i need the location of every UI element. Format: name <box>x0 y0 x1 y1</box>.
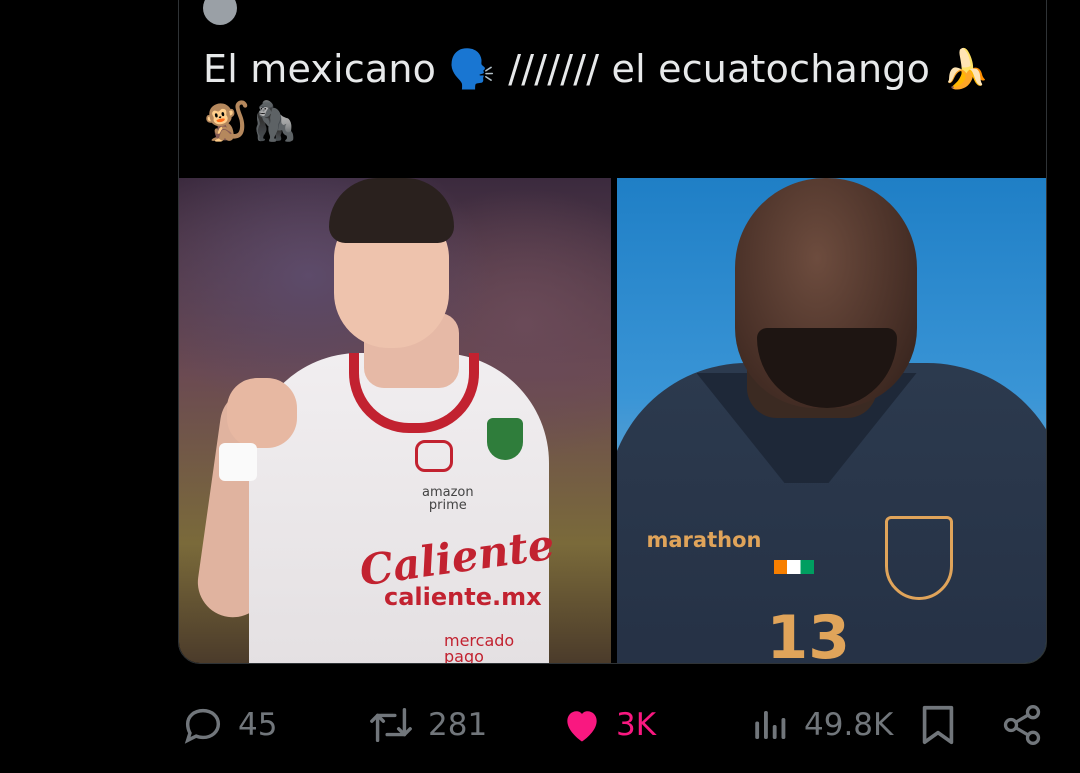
quoted-tweet-text: El mexicano 🗣️ /////// el ecuatochango 🍌… <box>203 47 990 143</box>
jersey-number: 13 <box>766 603 851 664</box>
jersey-brand: marathon <box>646 528 762 552</box>
sponsor-url: caliente.mx <box>384 583 542 611</box>
repost-icon <box>366 702 416 748</box>
share-button[interactable] <box>1000 690 1044 760</box>
views-count: 49.8K <box>804 707 894 743</box>
media-image-right[interactable]: marathon 13 <box>616 178 1046 664</box>
like-count: 3K <box>616 707 657 743</box>
analytics-icon <box>750 704 792 746</box>
share-icon <box>1000 703 1044 747</box>
repost-count: 281 <box>428 707 488 743</box>
mg-logo <box>415 440 453 472</box>
reply-count: 45 <box>238 707 278 743</box>
flags-patch <box>773 560 814 574</box>
wristband <box>219 443 257 481</box>
heart-icon <box>560 703 604 747</box>
reply-button[interactable]: 45 <box>180 690 277 760</box>
amazon-prime-logo: amazon prime <box>422 485 474 513</box>
quoted-tweet-card[interactable]: El mexicano 🗣️ /////// el ecuatochango 🍌… <box>178 0 1047 664</box>
reply-icon <box>180 702 226 748</box>
avatar[interactable] <box>203 0 237 25</box>
bookmark-icon <box>918 702 958 748</box>
federation-crest <box>884 516 953 600</box>
player-fist <box>227 378 297 448</box>
media-grid: amazon prime Caliente caliente.mx mercad… <box>179 178 1046 664</box>
player-hair <box>329 178 454 243</box>
club-crest <box>487 418 523 460</box>
bookmark-button[interactable] <box>918 690 958 760</box>
tweet-action-bar: 45 281 3K 49.8K <box>0 690 1080 760</box>
repost-button[interactable]: 281 <box>366 690 487 760</box>
mercado-pago-logo: mercado pago <box>444 631 515 664</box>
media-image-left[interactable]: amazon prime Caliente caliente.mx mercad… <box>179 178 611 664</box>
views-button[interactable]: 49.8K <box>750 690 893 760</box>
like-button[interactable]: 3K <box>560 690 656 760</box>
quoted-tweet-header <box>203 0 237 25</box>
